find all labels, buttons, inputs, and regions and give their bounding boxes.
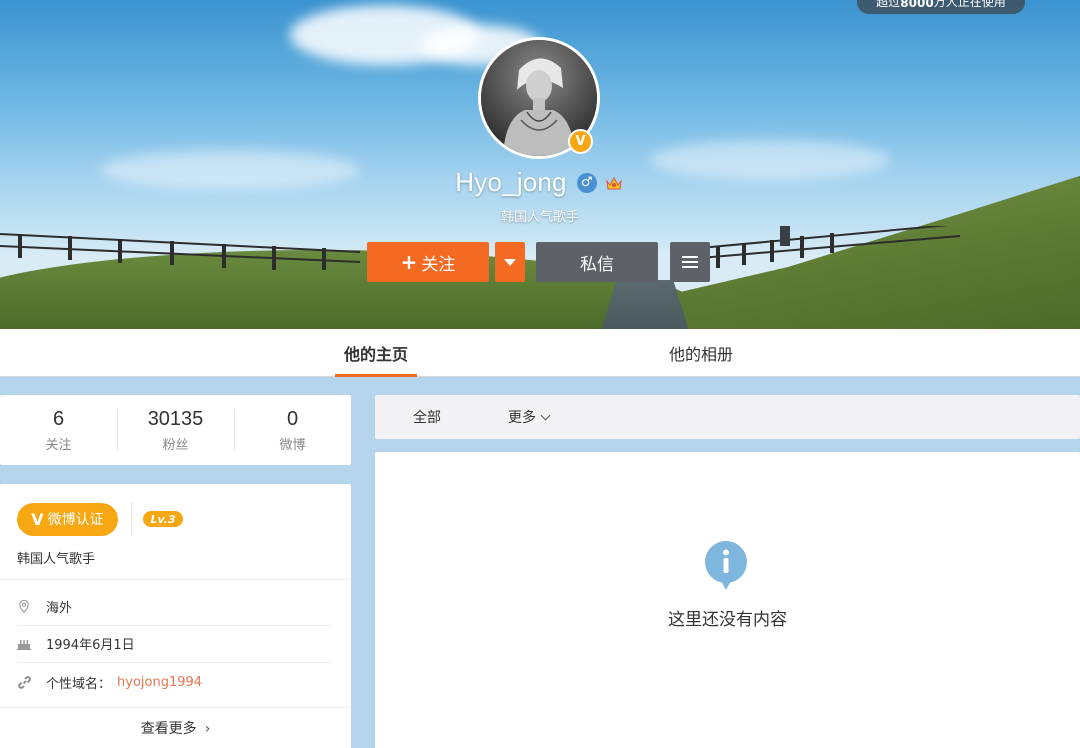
menu-icon [682, 256, 698, 258]
stat-value: 30135 [147, 407, 204, 430]
tab-album[interactable]: 他的相册 [660, 329, 742, 377]
divider [131, 502, 132, 536]
menu-icon-bar [682, 261, 698, 263]
info-birthday: 1994年6月1日 [17, 625, 332, 663]
location-pin-icon [17, 600, 31, 613]
username[interactable]: Hyo_jong [455, 167, 566, 198]
stats-card: 6 关注 30135 粉丝 0 微博 [0, 395, 351, 465]
filter-all-label: 全部 [413, 410, 441, 426]
stat-followers[interactable]: 30135 粉丝 [117, 395, 234, 465]
chevron-right-icon: › [204, 721, 211, 737]
more-menu-button[interactable] [670, 242, 710, 282]
verified-badge-icon: V [568, 129, 593, 154]
banner-prefix: 超过 [876, 0, 901, 9]
follow-button[interactable]: + 关注 [367, 242, 489, 282]
profile-tabs: 他的主页 他的相册 [0, 329, 1080, 377]
tab-homepage[interactable]: 他的主页 [335, 329, 417, 377]
info-card: V 微博认证 Lv.3 韩国人气歌手 海外 1994年6月1日 个性域名： hy… [0, 484, 351, 748]
user-count-banner: 超过 8000 万人正在使用 [857, 0, 1025, 14]
domain-label: 个性域名： [46, 676, 112, 692]
info-icon [705, 541, 747, 590]
stat-posts[interactable]: 0 微博 [234, 395, 351, 465]
feed-empty-state: 这里还没有内容 [375, 452, 1080, 748]
verified-label: 微博认证 [47, 512, 104, 528]
filter-all[interactable]: 全部 [413, 407, 441, 427]
empty-message: 这里还没有内容 [668, 610, 787, 630]
stat-value: 0 [286, 407, 299, 430]
birthday-text: 1994年6月1日 [46, 638, 135, 653]
see-more-label: 查看更多 [140, 721, 197, 737]
stat-value: 6 [52, 407, 65, 430]
follow-dropdown-button[interactable] [495, 242, 525, 282]
banner-number: 8000 [900, 0, 934, 10]
weibo-verified-badge[interactable]: V 微博认证 [17, 502, 118, 536]
info-domain: 个性域名： hyojong1994 [17, 663, 332, 701]
info-bio: 韩国人气歌手 [17, 552, 96, 567]
birthday-cake-icon [17, 638, 31, 650]
see-more-button[interactable]: 查看更多 › [0, 718, 351, 738]
divider [0, 579, 351, 580]
username-row: Hyo_jong ♂ [0, 167, 1080, 198]
filter-more[interactable]: 更多 [508, 407, 551, 427]
stat-label: 粉丝 [162, 437, 189, 453]
divider [0, 707, 351, 708]
verify-row: V 微博认证 Lv.3 [17, 502, 183, 536]
banner-suffix: 万人正在使用 [933, 0, 1006, 9]
stat-following[interactable]: 6 关注 [0, 395, 117, 465]
location-text: 海外 [46, 601, 73, 616]
plus-icon: + [400, 250, 418, 274]
caret-down-icon [504, 258, 516, 266]
level-badge[interactable]: Lv.3 [143, 511, 183, 527]
filter-more-label: 更多 [508, 410, 536, 426]
link-icon [17, 675, 31, 689]
verified-v-icon: V [31, 509, 44, 529]
domain-link[interactable]: hyojong1994 [117, 675, 202, 690]
profile-bio: 韩国人气歌手 [500, 210, 579, 225]
message-button[interactable]: 私信 [536, 242, 658, 282]
stat-label: 微博 [279, 437, 306, 453]
stat-label: 关注 [45, 437, 72, 453]
vip-crown-icon[interactable] [603, 173, 625, 193]
feed-filter-bar: 全部 更多 [375, 395, 1080, 439]
male-icon: ♂ [576, 172, 597, 193]
menu-icon-bar [682, 266, 698, 268]
follow-label: 关注 [421, 254, 456, 275]
chevron-down-icon [540, 410, 551, 420]
info-location: 海外 [17, 588, 332, 626]
